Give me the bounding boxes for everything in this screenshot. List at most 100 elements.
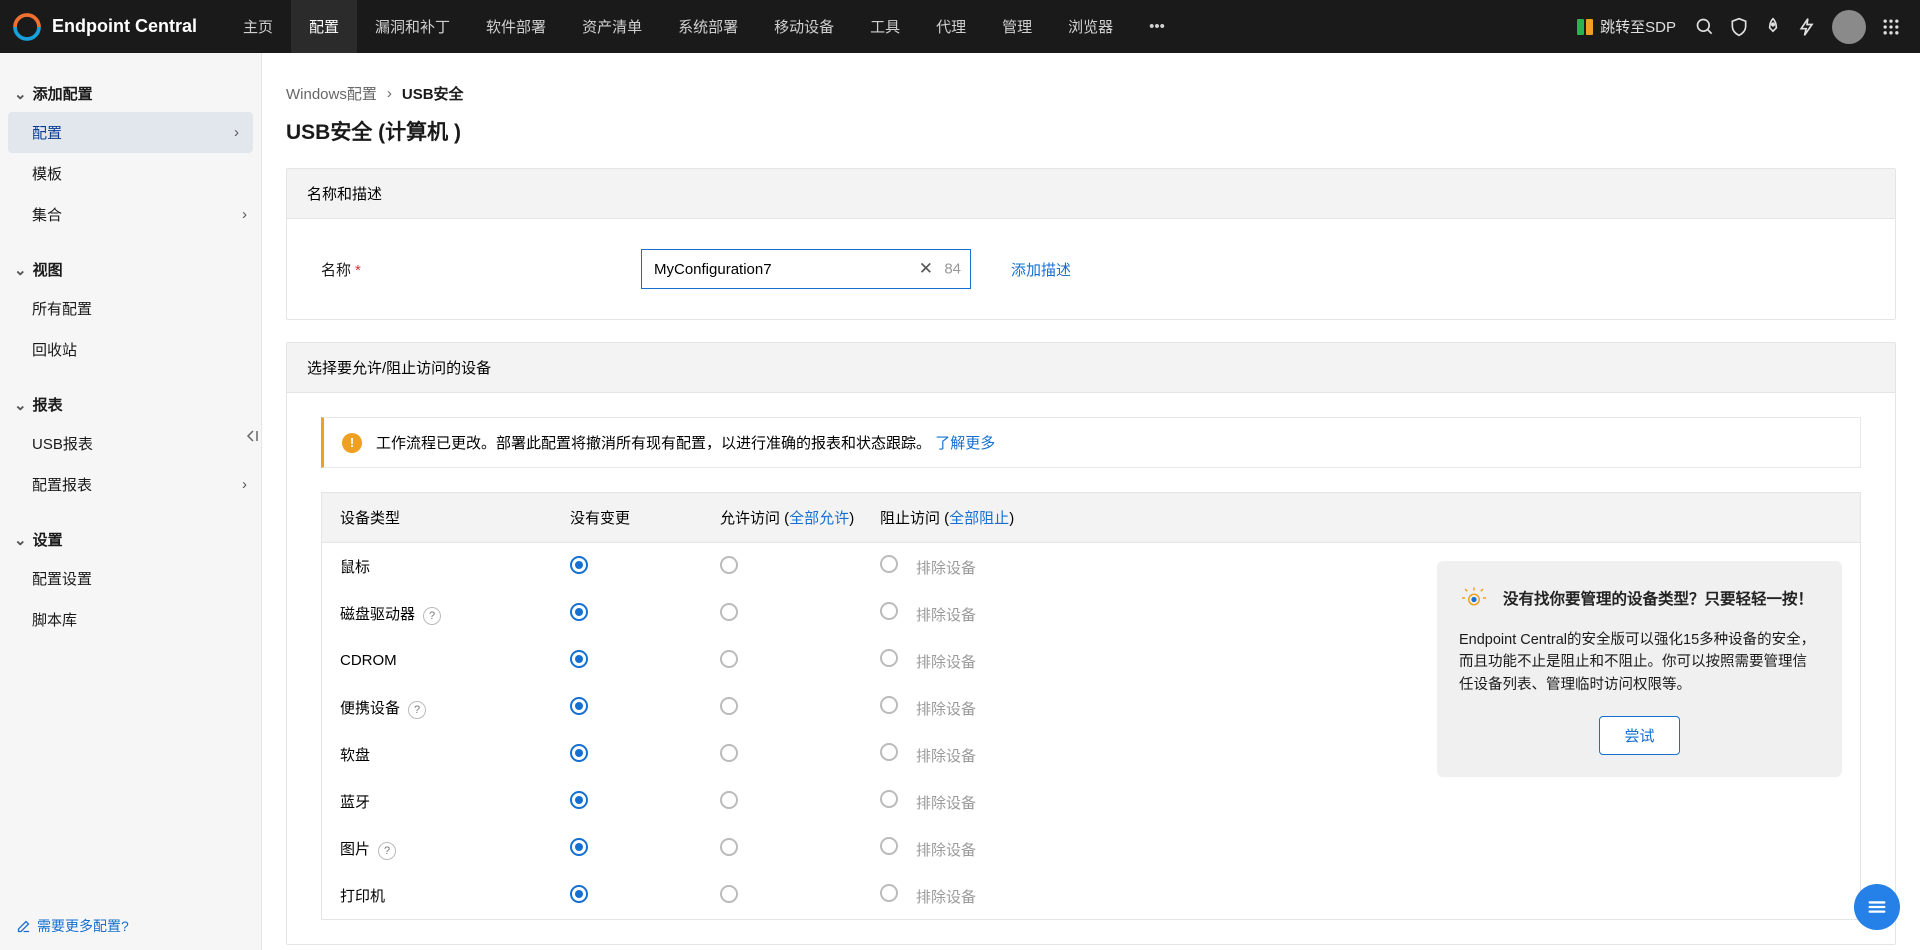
topbar: Endpoint Central 主页配置漏洞和补丁软件部署资产清单系统部署移动… xyxy=(0,0,1920,53)
radio-allow[interactable] xyxy=(720,556,738,574)
help-icon[interactable]: ? xyxy=(378,842,396,860)
sdp-link[interactable]: 跳转至SDP xyxy=(1576,16,1676,37)
logo-icon xyxy=(12,12,42,42)
radio-block[interactable] xyxy=(880,837,898,855)
topnav-item[interactable]: 工具 xyxy=(852,0,918,53)
clear-icon[interactable]: ✕ xyxy=(919,259,933,279)
side-group-add[interactable]: ⌄添加配置 xyxy=(0,75,261,112)
help-icon[interactable]: ? xyxy=(408,701,426,719)
avatar[interactable] xyxy=(1832,10,1866,44)
side-item-collection[interactable]: 集合› xyxy=(0,194,261,235)
add-desc-link[interactable]: 添加描述 xyxy=(1011,259,1071,280)
radio-nochange[interactable] xyxy=(570,697,588,715)
radio-block[interactable] xyxy=(880,555,898,573)
try-button[interactable]: 尝试 xyxy=(1599,716,1679,755)
table-header: 设备类型 没有变更 允许访问 (全部允许) 阻止访问 (全部阻止) xyxy=(322,493,1860,543)
rocket-icon[interactable] xyxy=(1756,10,1790,44)
exclude-link[interactable]: 排除设备 xyxy=(916,889,976,906)
radio-block[interactable] xyxy=(880,743,898,761)
crumb-prev[interactable]: Windows配置 xyxy=(286,83,377,104)
exclude-link[interactable]: 排除设备 xyxy=(916,654,976,671)
chevron-down-icon: ⌄ xyxy=(14,261,27,279)
side-group-view[interactable]: ⌄视图 xyxy=(0,251,261,288)
table-row: 蓝牙 排除设备 xyxy=(322,778,1860,825)
radio-nochange[interactable] xyxy=(570,744,588,762)
side-item-scriptlib[interactable]: 脚本库 xyxy=(0,599,261,640)
chevron-right-icon: › xyxy=(234,124,239,141)
topnav-item[interactable]: 配置 xyxy=(291,0,357,53)
radio-nochange[interactable] xyxy=(570,556,588,574)
block-all-link[interactable]: 全部阻止 xyxy=(949,510,1009,527)
bulb-icon xyxy=(1459,583,1489,613)
radio-nochange[interactable] xyxy=(570,791,588,809)
radio-nochange[interactable] xyxy=(570,885,588,903)
sdp-label: 跳转至SDP xyxy=(1600,16,1676,37)
col-type: 设备类型 xyxy=(340,507,570,528)
radio-block[interactable] xyxy=(880,602,898,620)
radio-allow[interactable] xyxy=(720,603,738,621)
side-item-allconfig[interactable]: 所有配置 xyxy=(0,288,261,329)
collapse-sidebar-icon[interactable] xyxy=(243,423,261,449)
topnav-item[interactable]: 漏洞和补丁 xyxy=(357,0,468,53)
sdp-icon xyxy=(1576,18,1594,36)
side-item-cfgset[interactable]: 配置设置 xyxy=(0,558,261,599)
exclude-link[interactable]: 排除设备 xyxy=(916,748,976,765)
exclude-link[interactable]: 排除设备 xyxy=(916,607,976,624)
topnav-item[interactable]: 浏览器 xyxy=(1050,0,1131,53)
topnav-item[interactable]: 系统部署 xyxy=(660,0,756,53)
topnav-item[interactable]: 管理 xyxy=(984,0,1050,53)
char-count: 84 xyxy=(944,261,961,278)
side-group-settings[interactable]: ⌄设置 xyxy=(0,521,261,558)
fab-chat[interactable] xyxy=(1854,884,1900,930)
side-item-config[interactable]: 配置› xyxy=(8,112,253,153)
topnav-more[interactable]: ••• xyxy=(1131,18,1183,35)
logo[interactable]: Endpoint Central xyxy=(12,12,197,42)
radio-allow[interactable] xyxy=(720,838,738,856)
chevron-right-icon: › xyxy=(242,206,247,223)
topnav-item[interactable]: 移动设备 xyxy=(756,0,852,53)
allow-all-link[interactable]: 全部允许 xyxy=(789,510,849,527)
exclude-link[interactable]: 排除设备 xyxy=(916,795,976,812)
radio-allow[interactable] xyxy=(720,744,738,762)
device-name: CDROM xyxy=(340,652,397,669)
crumb-current: USB安全 xyxy=(402,83,464,104)
topnav-item[interactable]: 资产清单 xyxy=(564,0,660,53)
promo-card: 没有找你要管理的设备类型？只要轻轻一按！ Endpoint Central的安全… xyxy=(1437,561,1842,777)
radio-block[interactable] xyxy=(880,790,898,808)
device-name: 软盘 xyxy=(340,747,370,764)
radio-block[interactable] xyxy=(880,649,898,667)
radio-block[interactable] xyxy=(880,884,898,902)
topnav-item[interactable]: 代理 xyxy=(918,0,984,53)
side-item-trash[interactable]: 回收站 xyxy=(0,329,261,370)
radio-nochange[interactable] xyxy=(570,603,588,621)
radio-allow[interactable] xyxy=(720,885,738,903)
col-nochange: 没有变更 xyxy=(570,507,720,528)
radio-allow[interactable] xyxy=(720,791,738,809)
topnav-item[interactable]: 主页 xyxy=(225,0,291,53)
name-label: 名称* xyxy=(321,259,601,280)
topnav-item[interactable]: 软件部署 xyxy=(468,0,564,53)
radio-block[interactable] xyxy=(880,696,898,714)
radio-allow[interactable] xyxy=(720,650,738,668)
radio-allow[interactable] xyxy=(720,697,738,715)
exclude-link[interactable]: 排除设备 xyxy=(916,842,976,859)
side-group-report[interactable]: ⌄报表 xyxy=(0,386,261,423)
radio-nochange[interactable] xyxy=(570,650,588,668)
page-title: USB安全 (计算机 ) xyxy=(286,116,1896,146)
apps-icon[interactable] xyxy=(1874,10,1908,44)
side-item-usbreport[interactable]: USB报表 xyxy=(0,423,261,464)
need-more-link[interactable]: 需要更多配置? xyxy=(16,916,129,936)
radio-nochange[interactable] xyxy=(570,838,588,856)
help-icon[interactable]: ? xyxy=(423,607,441,625)
search-icon[interactable] xyxy=(1688,10,1722,44)
side-item-cfgreport[interactable]: 配置报表› xyxy=(0,464,261,505)
chevron-right-icon: › xyxy=(242,476,247,493)
exclude-link[interactable]: 排除设备 xyxy=(916,560,976,577)
device-name: 蓝牙 xyxy=(340,794,370,811)
bolt-icon[interactable] xyxy=(1790,10,1824,44)
main: Windows配置 › USB安全 USB安全 (计算机 ) 名称和描述 名称*… xyxy=(262,53,1920,950)
side-item-template[interactable]: 模板 xyxy=(0,153,261,194)
shield-icon[interactable] xyxy=(1722,10,1756,44)
learn-more-link[interactable]: 了解更多 xyxy=(935,435,995,452)
exclude-link[interactable]: 排除设备 xyxy=(916,701,976,718)
